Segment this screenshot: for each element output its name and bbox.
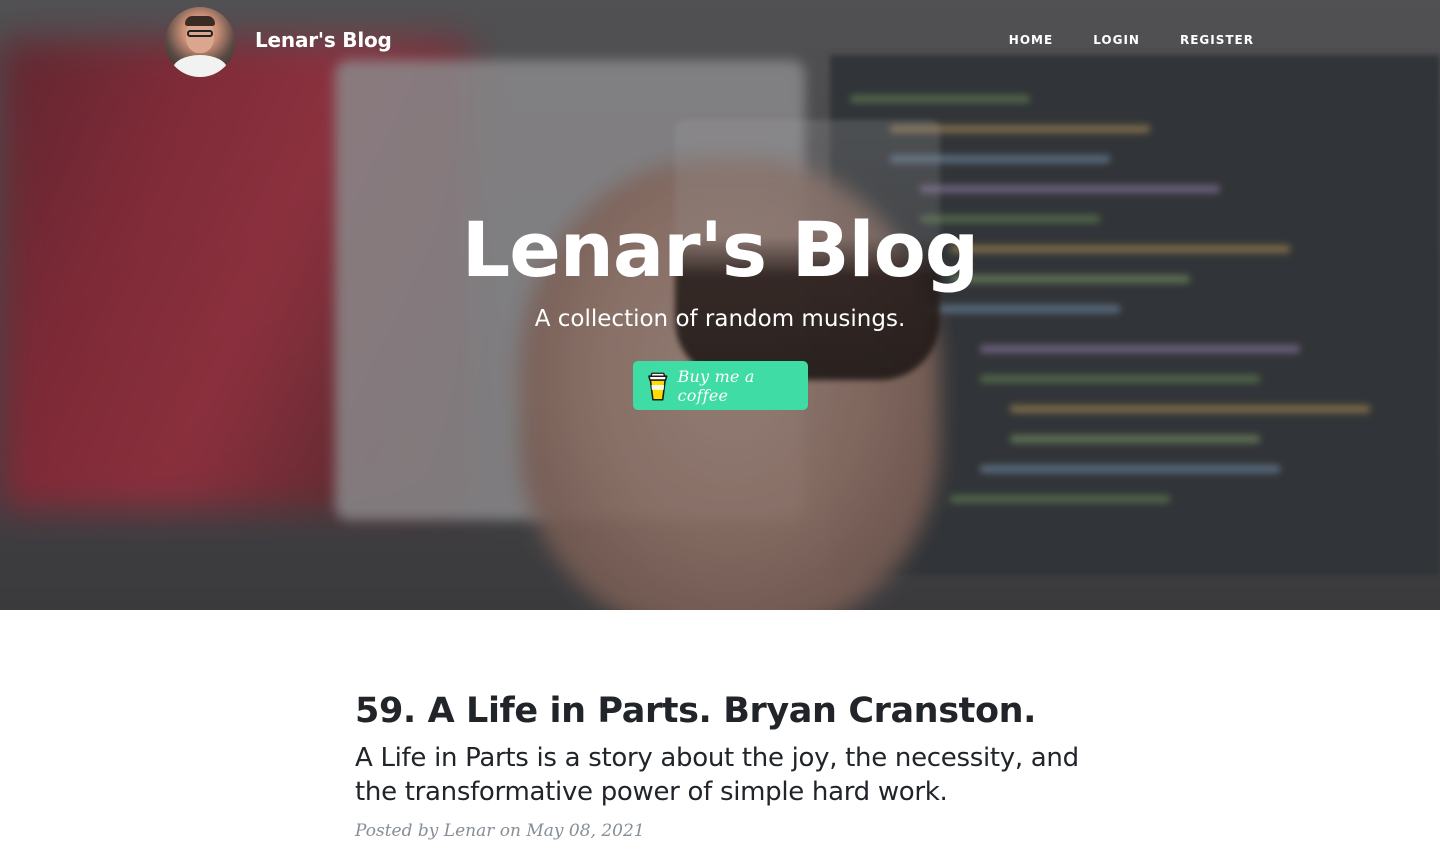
post-title: 59. A Life in Parts. Bryan Cranston. <box>355 691 1037 731</box>
post-date: May 08, 2021 <box>526 821 645 841</box>
post-meta-prefix: Posted by <box>355 821 439 841</box>
hero-subtitle: A collection of random musings. <box>534 306 906 332</box>
post-meta-on: on <box>499 821 521 841</box>
author-avatar[interactable] <box>165 7 235 77</box>
hero-header: Lenar's Blog A collection of random musi… <box>0 0 1440 610</box>
post-author-link[interactable]: Lenar <box>444 821 495 841</box>
coffee-cup-icon <box>648 372 668 401</box>
navbar-brand[interactable]: Lenar's Blog <box>255 28 392 52</box>
nav-links: HOME LOGIN REGISTER <box>1009 33 1254 47</box>
avatar-hair <box>185 16 215 26</box>
buy-me-a-coffee-button[interactable]: Buy me a coffee <box>633 361 808 410</box>
buy-me-a-coffee-label: Buy me a coffee <box>677 366 755 405</box>
nav-link-home[interactable]: HOME <box>1009 33 1053 47</box>
avatar-glasses <box>187 30 213 37</box>
post-preview: 59. A Life in Parts. Bryan Cranston. A L… <box>355 685 1085 841</box>
nav-link-login[interactable]: LOGIN <box>1093 33 1140 47</box>
avatar-shirt <box>173 55 227 77</box>
post-link[interactable]: 59. A Life in Parts. Bryan Cranston. A L… <box>355 685 1085 809</box>
nav-link-register[interactable]: REGISTER <box>1180 33 1254 47</box>
top-navbar: Lenar's Blog HOME LOGIN REGISTER <box>0 0 1440 84</box>
hero-title: Lenar's Blog <box>461 205 979 294</box>
post-subtitle: A Life in Parts is a story about the joy… <box>355 743 1079 807</box>
post-meta: Posted by Lenar on May 08, 2021 <box>355 821 1085 841</box>
